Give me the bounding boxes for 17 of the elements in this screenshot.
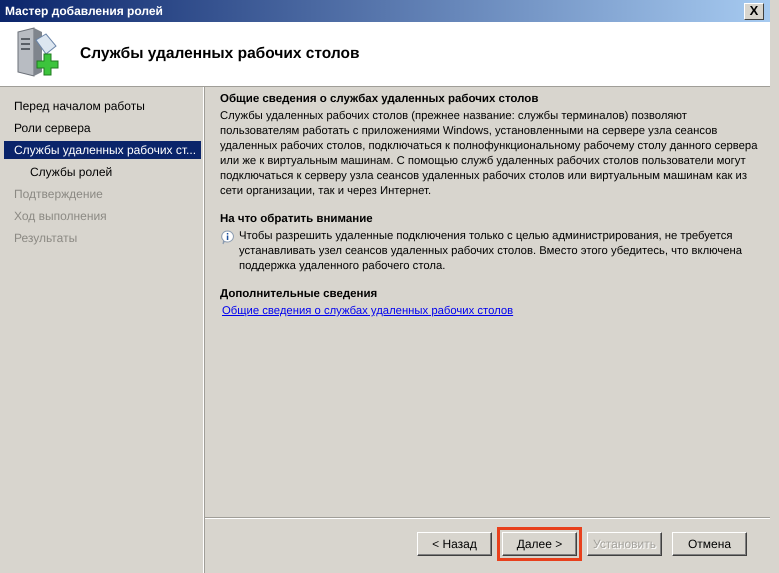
info-link[interactable]: Общие сведения о службах удаленных рабочих столов xyxy=(222,305,514,317)
info-icon xyxy=(220,230,235,245)
page-title: Службы удаленных рабочих столов xyxy=(80,45,360,63)
close-button[interactable]: X xyxy=(744,2,764,20)
section-heading: Дополнительные сведения xyxy=(220,287,378,302)
section-heading: Общие сведения о службах удаленных рабочих столов xyxy=(220,92,540,107)
nav-item[interactable]: Службы ролей xyxy=(4,161,201,183)
section-heading: На что обратить внимание xyxy=(220,212,374,227)
nav-item[interactable]: Службы удаленных рабочих ст... xyxy=(4,141,201,159)
nav-item[interactable]: Перед началом работы xyxy=(4,95,201,117)
note-text: Чтобы разрешить удаленные подключения только с целью администрирования, не требуется устанавливать узел сеансов удаленных рабочих столов. Вместо этого убедитесь, что включена поддержка удаленного рабочего стола. xyxy=(239,229,744,274)
description-text: Службы удаленных рабочих столов (прежнее название: службы терминалов) позволяют пользователям работать с приложениями Windows, установленными на сервере узла сеансов удаленных рабочих столов, подключаться к полнофункциональному рабочему столу данного сервера или же к виртуальным машинам. С помощью служб удаленных рабочих столов пользователи могут подключаться к серверу узла сеансов удаленных рабочих столов или виртуальным машинам как из сети организации, так и через Интернет. xyxy=(220,109,758,199)
nav-item[interactable]: Роли сервера xyxy=(4,117,201,139)
window-title: Мастер добавления ролей xyxy=(5,4,163,18)
wizard-button[interactable]: < Назад xyxy=(417,532,492,556)
wizard-button[interactable]: Отмена xyxy=(672,532,747,556)
wizard-button[interactable]: Далее > xyxy=(502,532,577,556)
